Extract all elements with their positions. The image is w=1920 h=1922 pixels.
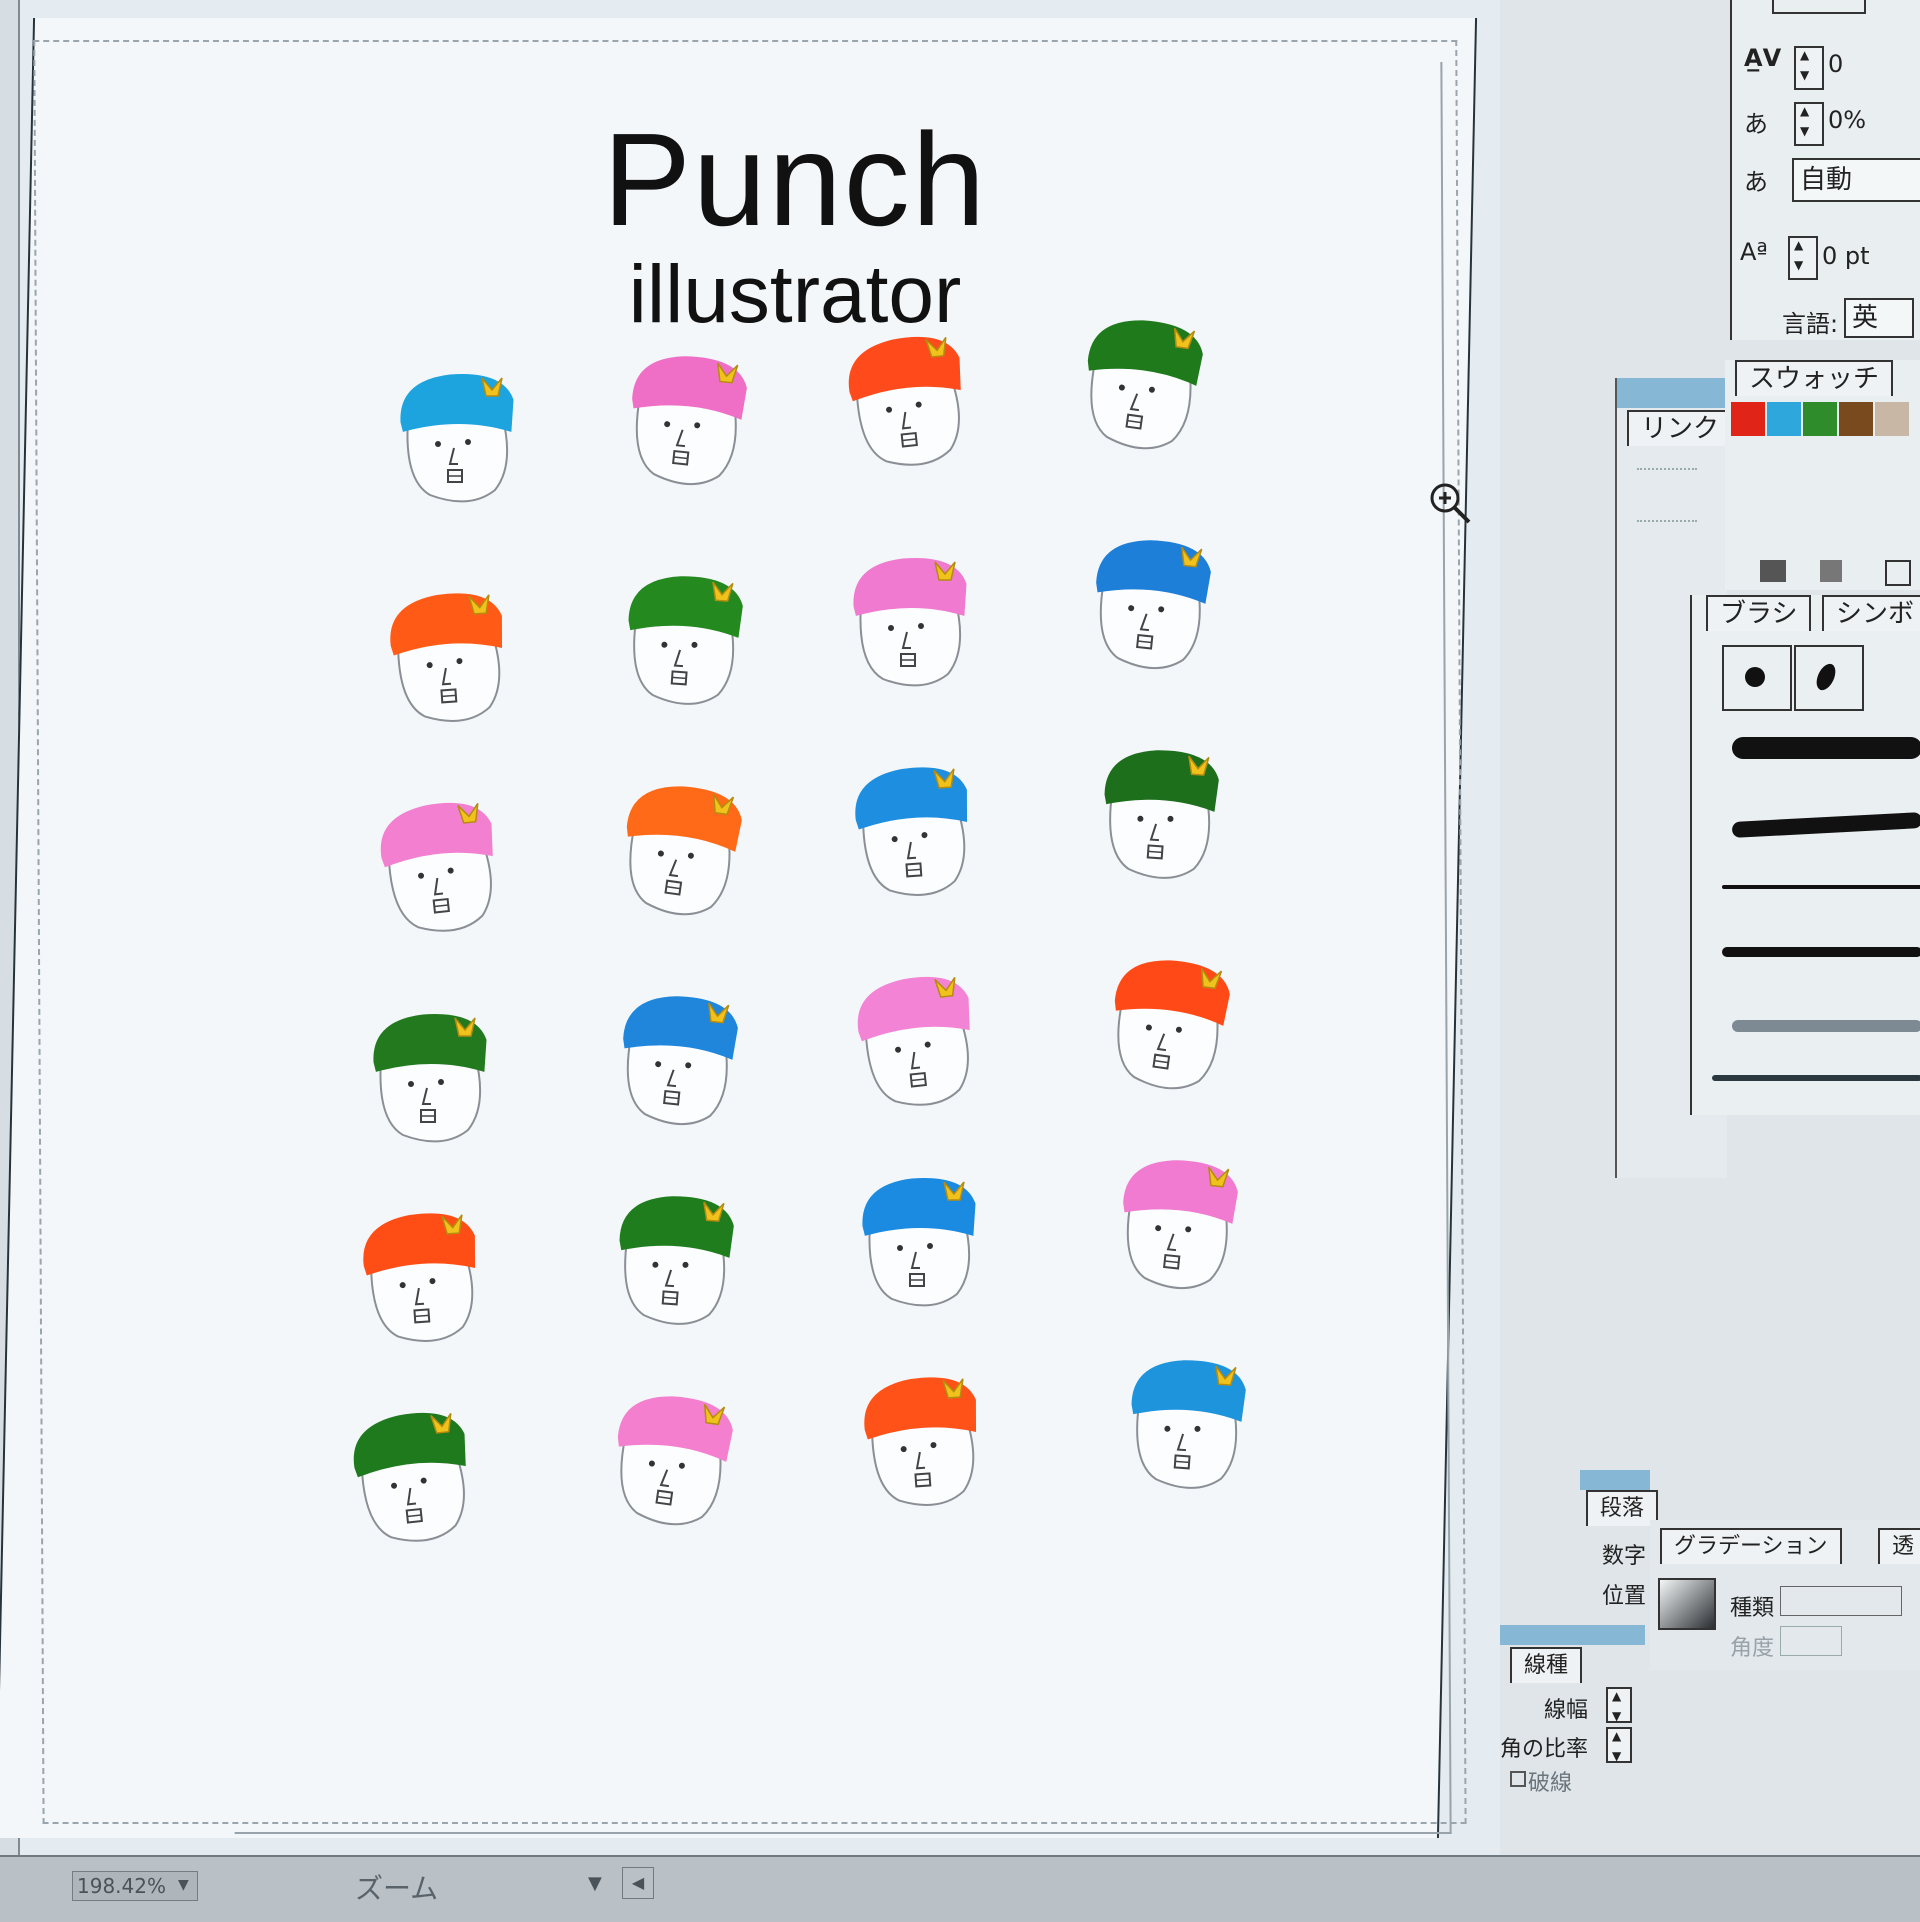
tab-links[interactable]: リンク [1627, 410, 1734, 446]
face-illustration[interactable] [833, 318, 978, 481]
baseline-shift-value[interactable]: 0 pt [1822, 242, 1870, 270]
tsume-stepper[interactable] [1794, 102, 1824, 146]
panel-dock: A̲V 0 あ 0% あ 自動 Aª 0 pt 言語: 英 リンク スウォッチ … [1500, 0, 1920, 1855]
face-illustration[interactable] [1115, 1342, 1255, 1501]
scroll-left-icon[interactable]: ◀ [622, 1867, 654, 1899]
language-select[interactable]: 英 [1844, 298, 1914, 338]
tracking-value[interactable]: 0 [1828, 50, 1843, 78]
face-illustration[interactable] [349, 1196, 489, 1355]
face-illustration[interactable] [1104, 1140, 1249, 1303]
swatch-chip[interactable] [1803, 402, 1837, 436]
face-illustration[interactable] [1065, 298, 1215, 465]
face-illustration[interactable] [604, 976, 749, 1139]
links-panel-titlebar[interactable] [1617, 378, 1727, 408]
stroke-weight-label: 線幅 [1544, 1698, 1589, 1723]
delete-swatch-icon[interactable] [1885, 560, 1911, 586]
stroke-panel: 線種 線幅 角の比率 破線 [1500, 1625, 1650, 1855]
aki-icon: あ [1744, 168, 1768, 196]
swatches-panel: スウォッチ [1725, 360, 1920, 590]
brush-stroke-2[interactable] [1731, 812, 1920, 838]
character-panel: A̲V 0 あ 0% あ 自動 Aª 0 pt 言語: 英 [1730, 0, 1920, 340]
swatch-library-icon[interactable] [1820, 560, 1842, 582]
stroke-panel-titlebar[interactable] [1500, 1625, 1645, 1645]
tab-paragraph[interactable]: 段落 [1586, 1490, 1659, 1526]
paragraph-panel-titlebar[interactable] [1580, 1470, 1650, 1490]
face-illustration[interactable] [1088, 732, 1228, 891]
swatch-chip[interactable] [1731, 402, 1765, 436]
panel-top-remnant [1772, 0, 1866, 14]
face-illustration[interactable] [1092, 938, 1242, 1105]
face-illustration[interactable] [612, 558, 752, 717]
tab-stroke[interactable]: 線種 [1510, 1647, 1583, 1683]
brush-dot-icon [1745, 667, 1765, 687]
tracking-stepper[interactable] [1794, 46, 1824, 90]
status-zoom-label: ズーム [355, 1872, 439, 1905]
swatch-chip[interactable] [1767, 402, 1801, 436]
tab-symbol[interactable]: シンボ [1822, 595, 1920, 631]
brush-panel: ブラシ シンボ [1690, 595, 1920, 1115]
face-illustration[interactable] [603, 1178, 743, 1337]
face-illustration[interactable] [841, 750, 981, 909]
aki-field[interactable]: 自動 [1792, 158, 1920, 202]
paragraph-position-label: 位置 [1602, 1584, 1647, 1609]
brush-stroke-3[interactable] [1722, 885, 1920, 889]
brush-stroke-1[interactable] [1732, 737, 1920, 759]
gradient-panel: グラデーション 透 種類 角度 [1650, 1520, 1920, 1670]
face-illustration[interactable] [843, 544, 973, 694]
tab-swatches[interactable]: スウォッチ [1735, 360, 1894, 396]
face-illustration[interactable] [363, 1000, 493, 1150]
gradient-angle-field[interactable] [1780, 1626, 1842, 1656]
baseline-shift-stepper[interactable] [1788, 236, 1818, 280]
tab-brush[interactable]: ブラシ [1706, 595, 1812, 631]
tab-gradient[interactable]: グラデーション [1660, 1528, 1842, 1564]
brush-stroke-4[interactable] [1722, 947, 1920, 957]
status-bar: 198.42% ▼ ズーム ▼ ◀ [0, 1855, 1920, 1922]
face-illustration[interactable] [338, 1394, 483, 1557]
face-illustration[interactable] [604, 764, 754, 931]
tsume-value[interactable]: 0% [1828, 106, 1866, 134]
gradient-type-select[interactable] [1780, 1586, 1902, 1616]
link-list-item[interactable] [1637, 468, 1697, 522]
gradient-preview-swatch[interactable] [1658, 1578, 1716, 1630]
dash-label: 破線 [1528, 1771, 1573, 1796]
face-illustration[interactable] [850, 1360, 990, 1519]
baseline-shift-icon: Aª [1740, 238, 1768, 266]
face-illustration[interactable] [1077, 520, 1222, 683]
paragraph-number-label: 数字 [1602, 1544, 1647, 1569]
brush-stroke-5[interactable] [1732, 1020, 1920, 1032]
face-illustration[interactable] [376, 576, 516, 735]
face-illustration[interactable] [365, 784, 510, 947]
gradient-angle-label: 角度 [1730, 1636, 1775, 1661]
face-illustration[interactable] [390, 360, 520, 510]
tracking-icon: A̲V [1744, 44, 1782, 72]
face-illustration[interactable] [842, 958, 987, 1121]
miter-limit-label: 角の比率 [1500, 1737, 1589, 1762]
face-illustrations [0, 0, 1500, 1800]
tsume-icon: あ [1744, 110, 1768, 138]
gradient-type-label: 種類 [1730, 1596, 1775, 1621]
swatch-chip[interactable] [1839, 402, 1873, 436]
language-label: 言語: [1782, 310, 1839, 338]
zoom-cursor-icon [1430, 483, 1471, 524]
dash-checkbox[interactable] [1510, 1771, 1526, 1787]
face-illustration[interactable] [595, 1374, 745, 1541]
brush-stroke-6[interactable] [1712, 1075, 1920, 1081]
status-menu-arrow-icon[interactable]: ▼ [588, 1873, 602, 1894]
tab-transparency[interactable]: 透 [1878, 1528, 1920, 1564]
face-illustration[interactable] [613, 336, 758, 499]
face-illustration[interactable] [852, 1164, 982, 1314]
miter-limit-stepper[interactable] [1606, 1727, 1632, 1763]
chevron-down-icon[interactable]: ▼ [178, 1877, 189, 1893]
swatch-chip[interactable] [1875, 402, 1909, 436]
document-canvas[interactable]: Punch illustrator [0, 0, 1500, 1860]
stroke-weight-stepper[interactable] [1606, 1687, 1632, 1723]
new-swatch-icon[interactable] [1760, 560, 1786, 582]
